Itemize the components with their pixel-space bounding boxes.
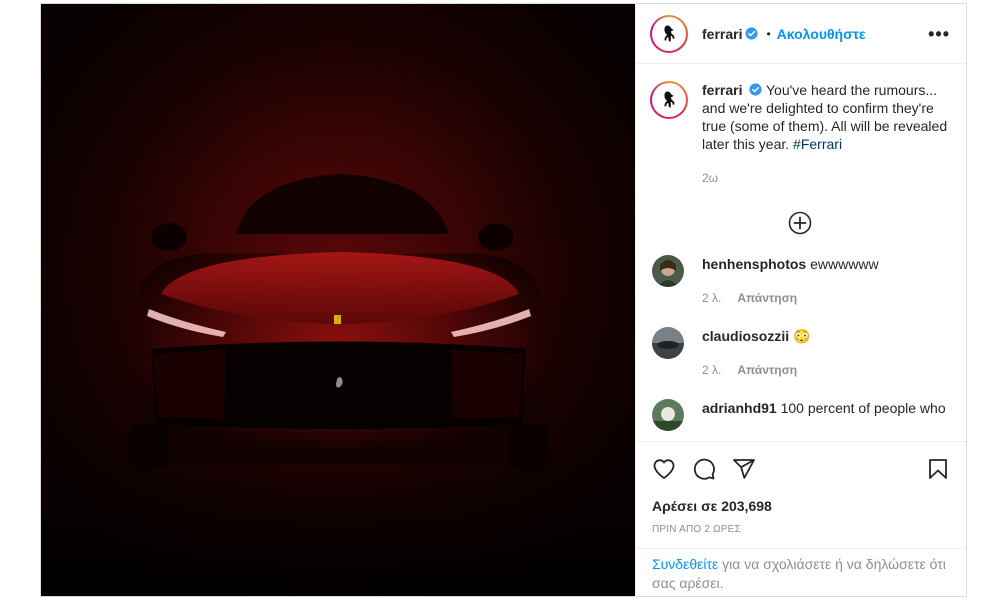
caption-username[interactable]: ferrari (702, 82, 742, 98)
comment-username[interactable]: henhensphotos (702, 256, 806, 272)
ferrari-suv-image (41, 174, 635, 596)
follow-button[interactable]: Ακολουθήστε (777, 26, 866, 42)
comment-item: henhensphotos ewwwwww 2 λ. Απάντηση (650, 255, 950, 307)
commenter-avatar[interactable] (652, 399, 684, 431)
load-more-comments[interactable] (650, 211, 950, 235)
profile-avatar[interactable] (650, 14, 688, 53)
plus-circle-icon[interactable] (788, 211, 812, 235)
post-side-panel: ferrari • Ακολουθήστε ••• ferrari You've… (635, 4, 966, 596)
caption-avatar[interactable] (650, 81, 688, 119)
login-prompt: Συνδεθείτε για να σχολιάσετε ή να δηλώσε… (636, 548, 966, 596)
comment-time[interactable]: 2 λ. (702, 291, 721, 305)
comment-icon[interactable] (692, 457, 716, 481)
avatar-photo-icon (652, 255, 684, 287)
comment-item: adrianhd91 100 percent of people who (650, 399, 950, 431)
separator-dot: • (766, 26, 771, 41)
reply-button[interactable]: Απάντηση (737, 363, 797, 377)
comment-text: 😳 (793, 328, 811, 344)
comment-item: claudiosozzii 😳 2 λ. Απάντηση (650, 327, 950, 379)
comment-text: ewwwwww (810, 256, 879, 272)
caption-hashtag[interactable]: #Ferrari (793, 136, 842, 152)
post-timestamp[interactable]: ΠΡΙΝ ΑΠΟ 2 ΩΡΕΣ (652, 524, 950, 535)
ferrari-horse-icon (664, 91, 675, 108)
verified-badge-icon (745, 27, 759, 40)
share-icon[interactable] (732, 457, 756, 481)
post-header: ferrari • Ακολουθήστε ••• (636, 4, 966, 64)
caption-time[interactable]: 2ω (702, 169, 950, 187)
post-actions: Αρέσει σε 203,698 ΠΡΙΝ ΑΠΟ 2 ΩΡΕΣ (636, 441, 966, 535)
comment-text: 100 percent of people who (780, 400, 946, 416)
comment-username[interactable]: claudiosozzii (702, 328, 789, 344)
post-username[interactable]: ferrari (702, 26, 742, 42)
commenter-avatar[interactable] (652, 255, 684, 287)
login-link[interactable]: Συνδεθείτε (652, 556, 718, 572)
comment-username[interactable]: adrianhd91 (702, 400, 777, 416)
bookmark-icon[interactable] (926, 457, 950, 481)
likes-count[interactable]: Αρέσει σε 203,698 (652, 498, 950, 514)
ferrari-horse-icon (664, 25, 675, 41)
comments-section[interactable]: ferrari You've heard the rumours... and … (636, 65, 966, 441)
more-options-icon[interactable]: ••• (928, 25, 950, 43)
verified-badge-icon (749, 83, 762, 96)
avatar-photo-icon (652, 327, 684, 359)
avatar-photo-icon (652, 399, 684, 431)
instagram-post: ferrari • Ακολουθήστε ••• ferrari You've… (40, 3, 967, 597)
reply-button[interactable]: Απάντηση (737, 291, 797, 305)
heart-icon[interactable] (652, 457, 676, 481)
commenter-avatar[interactable] (652, 327, 684, 359)
post-caption: ferrari You've heard the rumours... and … (650, 81, 950, 187)
post-photo[interactable] (41, 4, 635, 596)
comment-time[interactable]: 2 λ. (702, 363, 721, 377)
